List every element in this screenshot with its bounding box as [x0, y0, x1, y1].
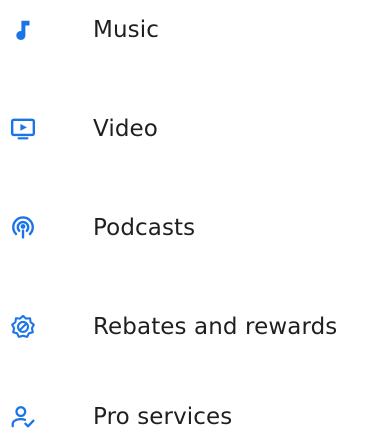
menu-item-label: Rebates and rewards — [93, 314, 338, 340]
menu-item-label: Music — [93, 17, 159, 43]
menu-item-pro-services[interactable]: Pro services — [0, 387, 372, 447]
menu-item-rebates-and-rewards[interactable]: Rebates and rewards — [0, 297, 372, 357]
menu-item-podcasts[interactable]: Podcasts — [0, 198, 372, 258]
music-note-icon — [10, 17, 36, 43]
menu-item-label: Pro services — [93, 404, 233, 430]
menu-item-music[interactable]: Music — [0, 0, 372, 60]
rewards-badge-icon — [10, 314, 36, 340]
podcast-icon — [10, 215, 36, 241]
category-menu: Music Video Podcasts Rebates and rewards… — [0, 0, 372, 441]
video-icon — [10, 116, 36, 142]
menu-item-label: Podcasts — [93, 215, 196, 241]
menu-item-label: Video — [93, 116, 158, 142]
menu-item-video[interactable]: Video — [0, 99, 372, 159]
pro-services-icon — [10, 404, 36, 430]
